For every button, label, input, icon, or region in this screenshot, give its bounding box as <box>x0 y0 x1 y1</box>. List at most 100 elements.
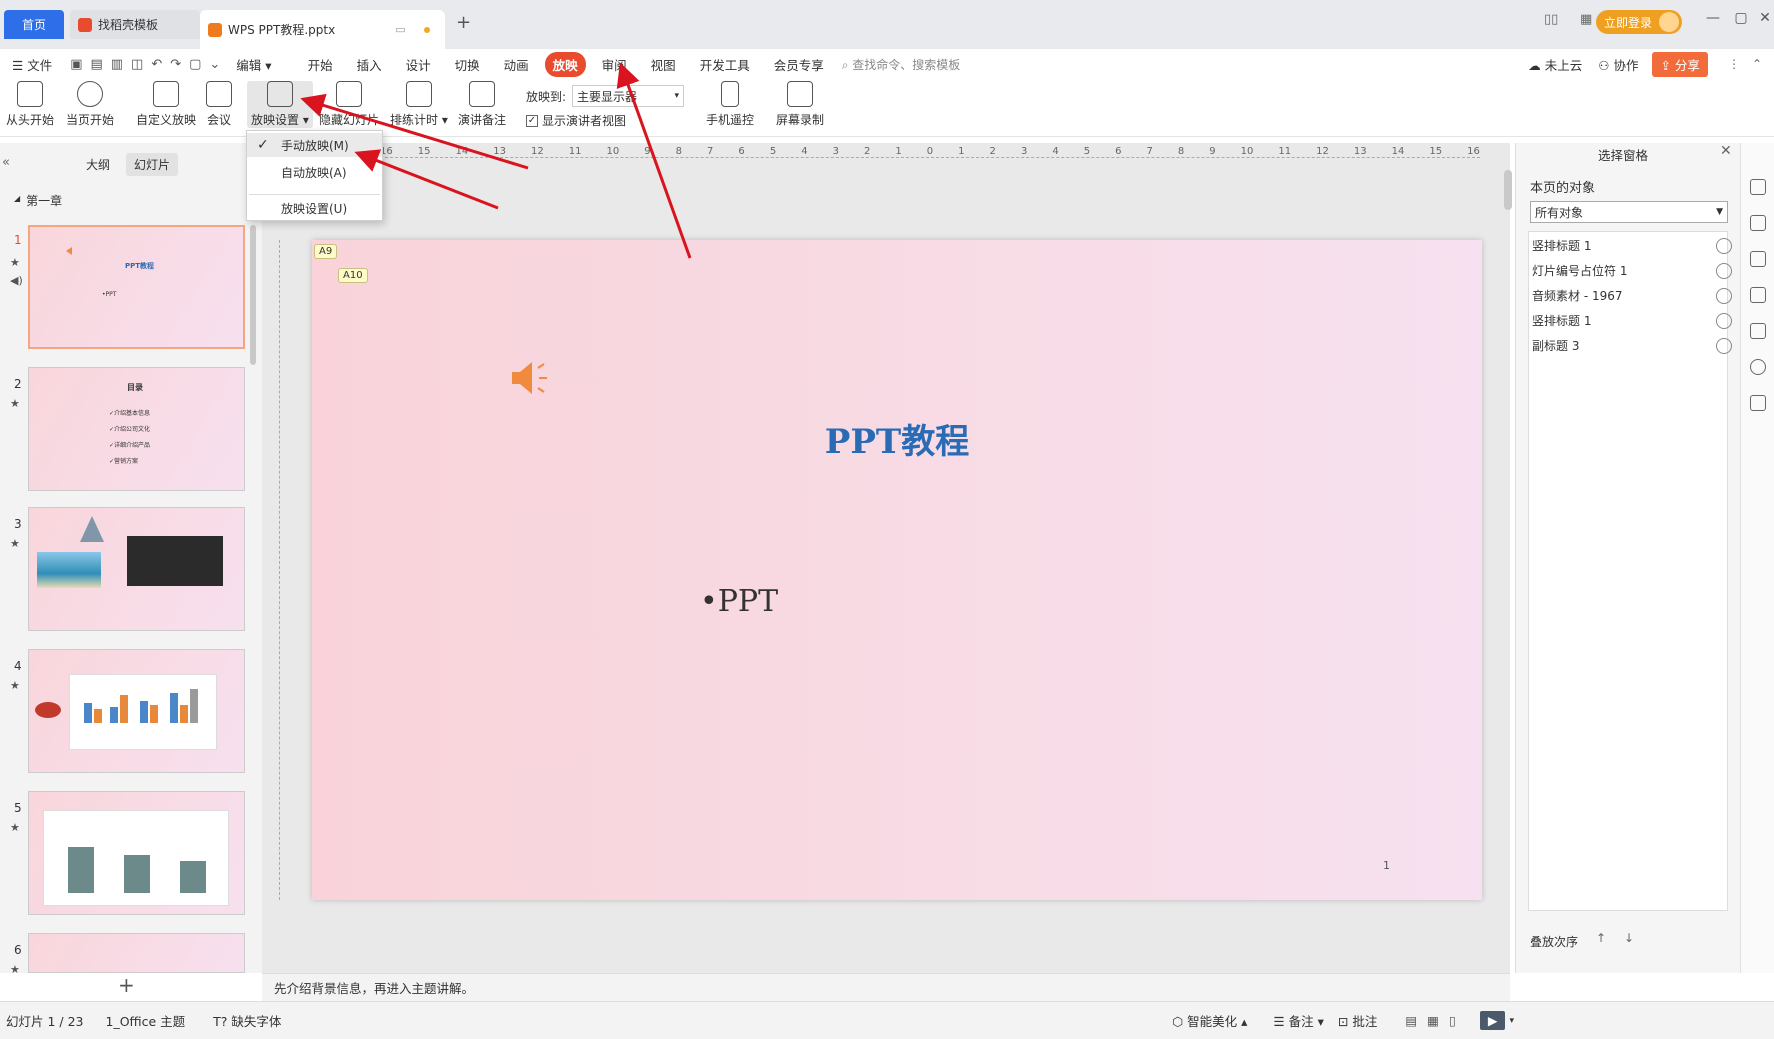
close-icon[interactable]: ✕ <box>1752 10 1774 26</box>
beautify-button[interactable]: ⬡ 智能美化 ▴ <box>1172 1011 1247 1030</box>
hide-slide-button[interactable]: 隐藏幻灯片 <box>319 81 379 128</box>
from-start-button[interactable]: 从头开始 <box>6 81 54 128</box>
object-row[interactable]: 灯片编号占位符 1 <box>1532 258 1732 283</box>
slide-bullet[interactable]: •PPT <box>700 584 778 619</box>
show-settings-button[interactable]: 放映设置 ▾ <box>247 81 313 128</box>
location-icon[interactable] <box>1750 359 1766 375</box>
speaker-notes-button[interactable]: 演讲备注 <box>458 81 506 128</box>
menu-item-slideshow[interactable]: 放映 <box>544 51 586 77</box>
add-slide-icon[interactable]: + <box>118 973 135 997</box>
menu-item-view[interactable]: 视图 <box>643 52 684 77</box>
tab-document[interactable]: WPS PPT教程.pptx ▭ <box>200 10 445 49</box>
presenter-view-checkbox[interactable]: ✓ 显示演讲者视图 <box>526 112 626 129</box>
slide-thumb-1[interactable]: PPT教程 •PPT <box>28 225 245 349</box>
eye-icon[interactable] <box>1716 337 1732 354</box>
eye-icon[interactable] <box>1716 237 1732 254</box>
object-row[interactable]: 竖排标题 1 <box>1532 233 1732 258</box>
file-menu[interactable]: ☰ 文件 <box>4 52 60 77</box>
meeting-button[interactable]: 会议 <box>206 81 232 128</box>
edit-menu[interactable]: 编辑 ▾ <box>228 52 279 77</box>
speaker-icon[interactable] <box>508 356 552 400</box>
magic-icon[interactable] <box>1750 179 1766 195</box>
login-button[interactable]: 立即登录 <box>1595 10 1682 34</box>
slide-canvas[interactable]: A9 A10 PPT教程 •PPT 1 <box>312 240 1482 900</box>
notes-pane[interactable]: 先介绍背景信息，再进入主题讲解。 <box>262 973 1510 1001</box>
from-current-button[interactable]: 当页开始 <box>66 81 114 128</box>
menu-item-design[interactable]: 设计 <box>398 52 439 77</box>
eye-icon[interactable] <box>1716 287 1732 304</box>
show-to-select[interactable]: 主要显示器 ▾ <box>572 85 685 107</box>
manual-show-option[interactable]: ✓ 手动放映(M) <box>247 133 382 157</box>
maximize-icon[interactable]: ▢ <box>1728 10 1754 26</box>
share-button[interactable]: ⇪ 分享 <box>1652 51 1708 77</box>
tab-outline[interactable]: 大纲 <box>86 156 110 173</box>
auto-show-option[interactable]: 自动放映(A) <box>247 160 382 184</box>
custom-show-button[interactable]: 自定义放映 <box>136 81 196 128</box>
object-filter-select[interactable]: 所有对象 ▼ <box>1530 201 1728 223</box>
object-row[interactable]: 音频素材 - 1967 <box>1532 283 1732 308</box>
ruler-tick-label: 9 <box>644 146 651 157</box>
slide-thumb-4[interactable] <box>28 649 245 773</box>
star-icon[interactable] <box>1750 251 1766 267</box>
layout-icon[interactable]: ▯▯ <box>1544 12 1558 27</box>
slide-thumb-3[interactable] <box>28 507 245 631</box>
tab-slides[interactable]: 幻灯片 <box>126 153 179 176</box>
comments-toggle[interactable]: ⊡ 批注 <box>1338 1011 1377 1030</box>
slide-title[interactable]: PPT教程 <box>312 414 1482 463</box>
phone-remote-button[interactable]: 手机遥控 <box>706 81 754 128</box>
ruler-tick-label: 4 <box>1052 146 1059 157</box>
collab-button[interactable]: ⚇ 协作 <box>1590 52 1646 77</box>
menu-item-insert[interactable]: 插入 <box>349 52 390 77</box>
notes-toggle[interactable]: ☰ 备注 ▾ <box>1273 1011 1323 1030</box>
meeting-icon <box>206 81 232 107</box>
section-header[interactable]: ◢ 第一章 <box>14 192 62 209</box>
tab-template[interactable]: 找稻壳模板 <box>70 10 200 39</box>
slide-thumb-6[interactable] <box>28 933 245 973</box>
play-options-icon[interactable]: ▾ <box>1509 1016 1514 1026</box>
play-slideshow-button[interactable]: ▶ <box>1479 1011 1506 1030</box>
move-down-icon[interactable]: ↓ <box>1624 931 1634 945</box>
rehearse-button[interactable]: 排练计时 ▾ <box>390 81 448 128</box>
minimize-icon[interactable]: — <box>1700 10 1726 26</box>
monitor-icon[interactable]: ▭ <box>395 23 405 36</box>
collapse-ribbon-icon[interactable]: ⌃ <box>1752 57 1762 71</box>
eye-icon[interactable] <box>1716 312 1732 329</box>
tab-template-label: 找稻壳模板 <box>98 18 159 32</box>
show-settings-option[interactable]: 放映设置(U) <box>247 196 382 220</box>
copy-icon[interactable] <box>1750 287 1766 303</box>
more-icon[interactable]: ⋮ <box>1728 57 1740 71</box>
menu-item-review[interactable]: 审阅 <box>594 52 635 77</box>
animation-tag[interactable]: A10 <box>338 268 368 283</box>
object-row[interactable]: 竖排标题 1 <box>1532 308 1732 333</box>
menu-item-animation[interactable]: 动画 <box>496 52 537 77</box>
animation-tag[interactable]: A9 <box>314 244 338 259</box>
slides-scrollbar[interactable] <box>250 225 256 365</box>
canvas-scrollbar[interactable] <box>1504 170 1512 210</box>
slide-thumb-5[interactable] <box>28 791 245 915</box>
menu-item-transition[interactable]: 切换 <box>447 52 488 77</box>
book-icon[interactable] <box>1750 395 1766 411</box>
slide-thumb-2[interactable]: 目录 ✓介绍基本信息 ✓介绍公司文化 ✓详细介绍产品 ✓营销方案 <box>28 367 245 491</box>
object-name: 副标题 3 <box>1532 339 1580 353</box>
tab-home[interactable]: 首页 <box>4 10 64 39</box>
collapse-pane-icon[interactable]: « <box>2 155 10 170</box>
new-tab-icon[interactable]: + <box>456 12 471 33</box>
view-mode-icons[interactable]: ▤▦▯ <box>1405 1013 1466 1028</box>
move-up-icon[interactable]: ↑ <box>1596 931 1606 945</box>
grid-icon[interactable]: ▦ <box>1580 12 1592 27</box>
menu-item-developer[interactable]: 开发工具 <box>692 52 758 77</box>
screen-record-button[interactable]: 屏幕录制 <box>776 81 824 128</box>
ruler-tick-label: 3 <box>1020 146 1028 157</box>
quick-access-icons[interactable]: ▣▤▥◫↶↷▢⌄ <box>70 57 228 72</box>
command-search[interactable]: ⌕ 查找命令、搜索模板 <box>842 56 961 73</box>
menu-item-start[interactable]: 开始 <box>300 52 341 77</box>
eye-icon[interactable] <box>1716 262 1732 279</box>
image-icon[interactable] <box>1750 323 1766 339</box>
cloud-status[interactable]: ☁ 未上云 <box>1520 52 1590 77</box>
object-row[interactable]: 副标题 3 <box>1532 333 1732 358</box>
close-pane-icon[interactable]: ✕ <box>1720 143 1732 159</box>
missing-font-button[interactable]: T? 缺失字体 <box>213 1011 281 1030</box>
menu-item-member[interactable]: 会员专享 <box>766 52 832 77</box>
theme-name[interactable]: 1_Office 主题 <box>106 1011 186 1030</box>
adjust-icon[interactable] <box>1750 215 1766 231</box>
